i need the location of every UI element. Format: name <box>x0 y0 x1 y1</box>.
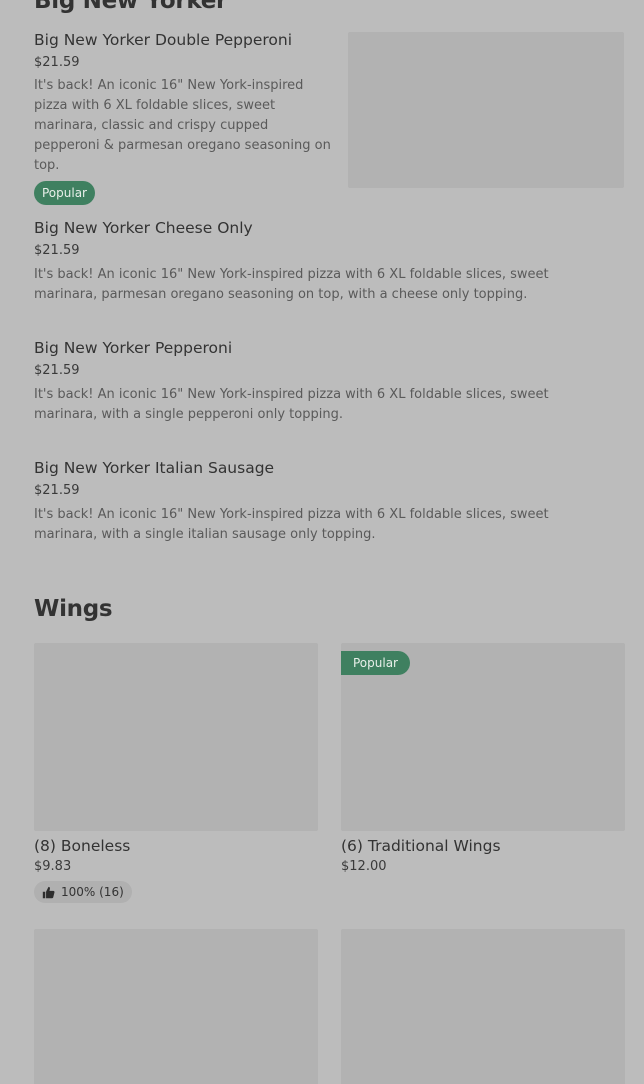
menu-card-traditional-wings[interactable]: (6) Traditional Wings $12.00 <box>341 643 625 875</box>
item-image[interactable] <box>341 929 625 1084</box>
item-price: $21.59 <box>34 363 80 378</box>
item-price: $21.59 <box>34 243 80 258</box>
item-name: Big New Yorker Pepperoni <box>34 339 233 357</box>
menu-item-cheese-only[interactable]: Big New Yorker Cheese Only $21.59 It's b… <box>34 218 610 305</box>
section-title-big-new-yorker: Big New Yorker <box>34 0 228 14</box>
item-price: $12.00 <box>341 859 387 874</box>
menu-card-boneless[interactable]: (8) Boneless $9.83 100% (16) <box>34 643 318 903</box>
menu-item-double-pepperoni[interactable]: Big New Yorker Double Pepperoni $21.59 I… <box>34 30 334 205</box>
item-price: $21.59 <box>34 55 80 70</box>
item-name: (8) Boneless <box>34 837 131 855</box>
thumbs-up-icon <box>42 886 55 898</box>
section-title-wings: Wings <box>34 596 113 622</box>
item-image[interactable] <box>34 643 318 831</box>
menu-item-italian-sausage[interactable]: Big New Yorker Italian Sausage $21.59 It… <box>34 458 610 545</box>
rating-pill: 100% (16) <box>34 881 132 903</box>
item-name: Big New Yorker Cheese Only <box>34 219 253 237</box>
popular-badge: Popular <box>341 651 410 675</box>
rating-text: 100% (16) <box>61 885 124 899</box>
item-description: It's back! An iconic 16" New York-inspir… <box>34 267 549 302</box>
item-description: It's back! An iconic 16" New York-inspir… <box>34 78 331 173</box>
item-name: (6) Traditional Wings <box>341 837 501 855</box>
item-image[interactable] <box>348 32 624 188</box>
popular-badge: Popular <box>34 181 95 205</box>
item-price: $9.83 <box>34 859 72 874</box>
item-price: $21.59 <box>34 483 80 498</box>
item-image[interactable] <box>34 929 318 1084</box>
item-name: Big New Yorker Italian Sausage <box>34 459 275 477</box>
item-description: It's back! An iconic 16" New York-inspir… <box>34 507 549 542</box>
menu-item-pepperoni[interactable]: Big New Yorker Pepperoni $21.59 It's bac… <box>34 338 610 425</box>
item-description: It's back! An iconic 16" New York-inspir… <box>34 387 549 422</box>
item-name: Big New Yorker Double Pepperoni <box>34 31 293 49</box>
